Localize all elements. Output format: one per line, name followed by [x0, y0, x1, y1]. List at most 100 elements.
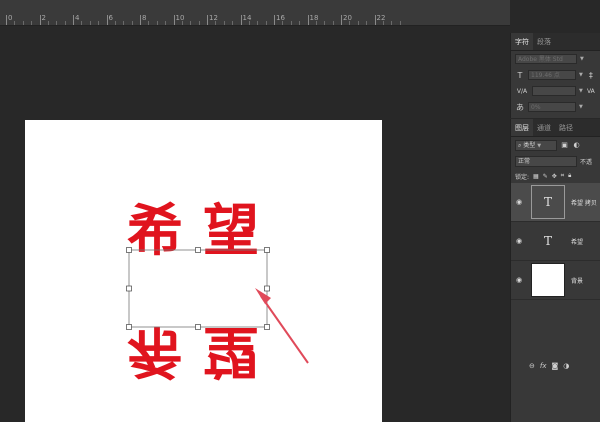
- ruler-number: 14: [242, 14, 252, 22]
- chevron-down-icon: ▼: [537, 142, 542, 149]
- font-size-field[interactable]: 119.46 点: [528, 70, 576, 80]
- lock-artboard-icon[interactable]: ⌗: [561, 172, 564, 180]
- tracking-field[interactable]: [532, 86, 576, 96]
- layers-panel: 图层 通道 路径 ⌕ 类型 ▼ ▣ ◐ 正常 不透 锁定: ▦ ✎ ✥ ⌗ 🔒︎…: [510, 119, 600, 422]
- glyph-wang-upright: 望: [203, 199, 259, 264]
- handle-top-center[interactable]: [195, 247, 201, 253]
- chevron-down-icon[interactable]: ▼: [580, 56, 584, 62]
- fx-icon[interactable]: fx: [540, 362, 547, 370]
- text-layer-thumbnail: T: [531, 185, 565, 219]
- ruler-number: 2: [41, 14, 46, 22]
- handle-middle-left[interactable]: [126, 285, 132, 292]
- layer-name: 希望 拷贝: [571, 199, 597, 207]
- ruler-minor-tick: [257, 21, 259, 25]
- ruler-minor-tick: [31, 21, 33, 25]
- layer-row[interactable]: ◉ T 希望 拷贝: [511, 183, 600, 222]
- ruler-minor-tick: [248, 21, 250, 25]
- tab-channels[interactable]: 通道: [533, 119, 555, 136]
- ruler-minor-tick: [22, 21, 24, 25]
- ruler-major-tick: [140, 15, 141, 25]
- character-panel: 字符 段落 Adobe 黑体 Std ▼ T 119.46 点 ▼ ‡ V/A …: [510, 33, 600, 118]
- handle-bottom-right[interactable]: [264, 324, 270, 330]
- ruler-major-tick: [73, 15, 74, 25]
- ruler-minor-tick: [181, 21, 183, 25]
- ruler-minor-tick: [391, 21, 393, 25]
- ruler-minor-tick: [64, 21, 66, 25]
- ruler-major-tick: [307, 15, 309, 25]
- document-canvas[interactable]: 希 望 希 望: [25, 120, 382, 422]
- lock-all-icon[interactable]: 🔒︎: [568, 172, 571, 180]
- handle-top-left[interactable]: [126, 247, 132, 253]
- ruler-number: 16: [276, 14, 285, 22]
- ruler-major-tick: [39, 15, 41, 25]
- ruler-major-tick: [374, 15, 376, 25]
- ruler-minor-tick: [232, 21, 234, 25]
- text-layer-thumbnail: T: [543, 234, 552, 248]
- ruler-number: 12: [209, 14, 218, 22]
- top-ruler[interactable]: 0 2 4 6 8 10 12 14 16 18 20 22: [0, 0, 510, 26]
- ruler-number: 10: [175, 14, 185, 22]
- handle-bottom-left[interactable]: [126, 324, 132, 330]
- handle-bottom-center[interactable]: [195, 324, 201, 330]
- lock-transparent-icon[interactable]: ▦: [533, 173, 539, 180]
- tab-paths[interactable]: 路径: [555, 119, 577, 136]
- ruler-number: 20: [343, 14, 352, 22]
- blend-mode-label: 正常: [518, 157, 531, 165]
- ruler-minor-tick: [89, 21, 91, 25]
- lock-label: 锁定:: [515, 173, 530, 181]
- ruler-minor-tick: [98, 21, 100, 25]
- ruler-major-tick: [341, 15, 342, 25]
- adjustment-icon[interactable]: ◑: [563, 362, 569, 370]
- background-layer-thumbnail: [531, 263, 565, 297]
- layer-row[interactable]: ◉ 背景: [511, 261, 600, 300]
- blend-row: 正常 不透: [511, 153, 600, 169]
- ruler-minor-tick: [366, 21, 368, 25]
- tab-paragraph[interactable]: 段落: [533, 33, 555, 50]
- annotation-arrow: [255, 288, 309, 364]
- lock-move-icon[interactable]: ✥: [552, 173, 557, 180]
- eye-icon[interactable]: ◉: [511, 276, 527, 284]
- handle-middle-right[interactable]: [264, 285, 270, 292]
- ruler-minor-tick: [190, 21, 192, 25]
- ruler-minor-tick: [265, 21, 267, 25]
- ruler-minor-tick: [123, 21, 125, 25]
- lock-row: 锁定: ▦ ✎ ✥ ⌗ 🔒︎: [511, 169, 600, 183]
- eye-icon[interactable]: ◉: [511, 198, 527, 206]
- chevron-down-icon[interactable]: ▼: [579, 72, 583, 78]
- eye-icon[interactable]: ◉: [511, 237, 527, 245]
- canvas-area[interactable]: 希 望 希 望: [0, 27, 510, 422]
- kerning-icon: VA: [586, 87, 595, 95]
- lock-paint-icon[interactable]: ✎: [543, 173, 548, 180]
- ruler-minor-tick: [315, 21, 317, 25]
- layers-footer: ⊖ fx ◙ ◑: [511, 358, 600, 374]
- mask-icon[interactable]: ◙: [551, 362, 558, 370]
- ruler-minor-tick: [399, 21, 401, 25]
- blend-mode-select[interactable]: 正常: [515, 155, 577, 167]
- scale-field[interactable]: 0%: [528, 102, 576, 112]
- chevron-down-icon[interactable]: ▼: [579, 104, 583, 110]
- handle-top-right[interactable]: [264, 247, 270, 253]
- glyph-xi-upright: 希: [127, 199, 183, 264]
- layer-name: 背景: [571, 277, 584, 285]
- ruler-minor-tick: [165, 21, 167, 25]
- ruler-number: 22: [376, 14, 386, 22]
- ruler-minor-tick: [223, 21, 225, 25]
- ruler-minor-tick: [324, 21, 326, 25]
- ruler-major-tick: [106, 15, 108, 25]
- tab-character[interactable]: 字符: [511, 33, 533, 50]
- adjustment-filter-icon[interactable]: ◐: [572, 141, 581, 150]
- ruler-major-tick: [274, 15, 275, 25]
- chevron-down-icon[interactable]: ▼: [579, 88, 583, 94]
- layer-row[interactable]: ◉ T 希望: [511, 222, 600, 261]
- font-size-icon: T: [517, 70, 523, 80]
- font-family-select[interactable]: Adobe 黑体 Std: [515, 54, 577, 64]
- ruler-minor-tick: [299, 21, 301, 25]
- ruler-major-tick: [240, 15, 242, 25]
- image-filter-icon[interactable]: ▣: [560, 141, 569, 150]
- link-icon[interactable]: ⊖: [529, 362, 535, 370]
- ruler-minor-tick: [156, 21, 158, 25]
- tab-layers[interactable]: 图层: [511, 119, 533, 136]
- ruler-number: 6: [108, 14, 113, 22]
- layer-filter-label: 类型: [523, 141, 536, 149]
- layer-filter-select[interactable]: ⌕ 类型 ▼: [515, 139, 557, 151]
